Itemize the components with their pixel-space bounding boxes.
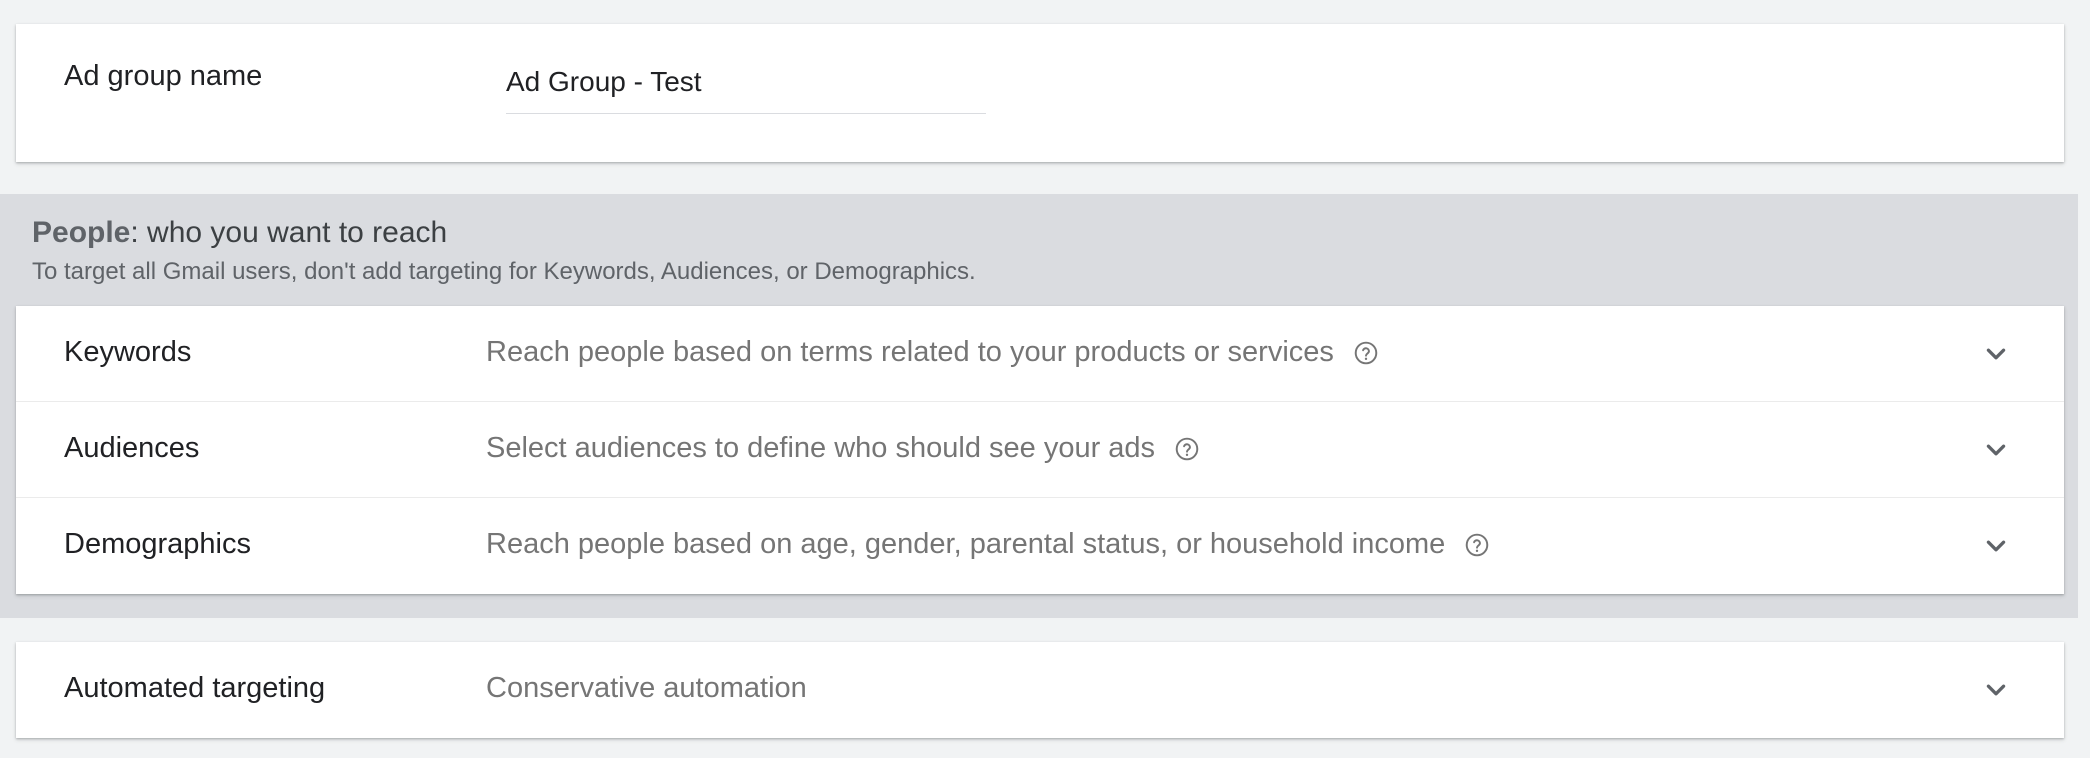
keywords-label: Keywords bbox=[64, 336, 192, 368]
automated-targeting-label: Automated targeting bbox=[64, 672, 326, 704]
ad-group-name-card: Ad group name bbox=[16, 24, 2064, 162]
demographics-description: Reach people based on age, gender, paren… bbox=[486, 528, 1446, 560]
keywords-row[interactable]: Keywords Reach people based on terms rel… bbox=[16, 306, 2064, 402]
audiences-description-wrap: Select audiences to define who should se… bbox=[486, 432, 1201, 465]
help-circle-icon[interactable] bbox=[1352, 339, 1380, 367]
people-title-bold: People bbox=[32, 216, 131, 249]
audiences-description: Select audiences to define who should se… bbox=[486, 432, 1156, 464]
automated-targeting-card: Automated targeting Conservative automat… bbox=[16, 642, 2064, 738]
audiences-row[interactable]: Audiences Select audiences to define who… bbox=[16, 402, 2064, 498]
people-section-subtitle: To target all Gmail users, don't add tar… bbox=[32, 258, 976, 285]
ad-group-settings-page: Ad group name People: who you want to re… bbox=[0, 0, 2090, 758]
ad-group-name-input[interactable] bbox=[506, 62, 986, 98]
people-title-rest: : who you want to reach bbox=[130, 216, 448, 249]
help-circle-icon[interactable] bbox=[1463, 531, 1491, 559]
audiences-label: Audiences bbox=[64, 432, 200, 464]
automated-targeting-value-wrap: Conservative automation bbox=[486, 672, 807, 705]
people-targeting-card: Keywords Reach people based on terms rel… bbox=[16, 306, 2064, 594]
help-circle-icon[interactable] bbox=[1173, 435, 1201, 463]
keywords-description: Reach people based on terms related to y… bbox=[486, 336, 1334, 368]
chevron-down-icon[interactable] bbox=[1982, 340, 2010, 368]
automated-targeting-row[interactable]: Automated targeting Conservative automat… bbox=[16, 642, 2064, 738]
chevron-down-icon[interactable] bbox=[1982, 436, 2010, 464]
chevron-down-icon[interactable] bbox=[1982, 532, 2010, 560]
demographics-description-wrap: Reach people based on age, gender, paren… bbox=[486, 528, 1491, 561]
ad-group-name-label: Ad group name bbox=[64, 60, 263, 92]
keywords-description-wrap: Reach people based on terms related to y… bbox=[486, 336, 1380, 369]
automated-targeting-value: Conservative automation bbox=[486, 672, 807, 704]
demographics-label: Demographics bbox=[64, 528, 251, 560]
people-section-title: People: who you want to reach bbox=[32, 216, 447, 250]
chevron-down-icon[interactable] bbox=[1982, 676, 2010, 704]
demographics-row[interactable]: Demographics Reach people based on age, … bbox=[16, 498, 2064, 594]
ad-group-name-field[interactable] bbox=[506, 62, 986, 114]
people-section: People: who you want to reach To target … bbox=[0, 194, 2078, 618]
